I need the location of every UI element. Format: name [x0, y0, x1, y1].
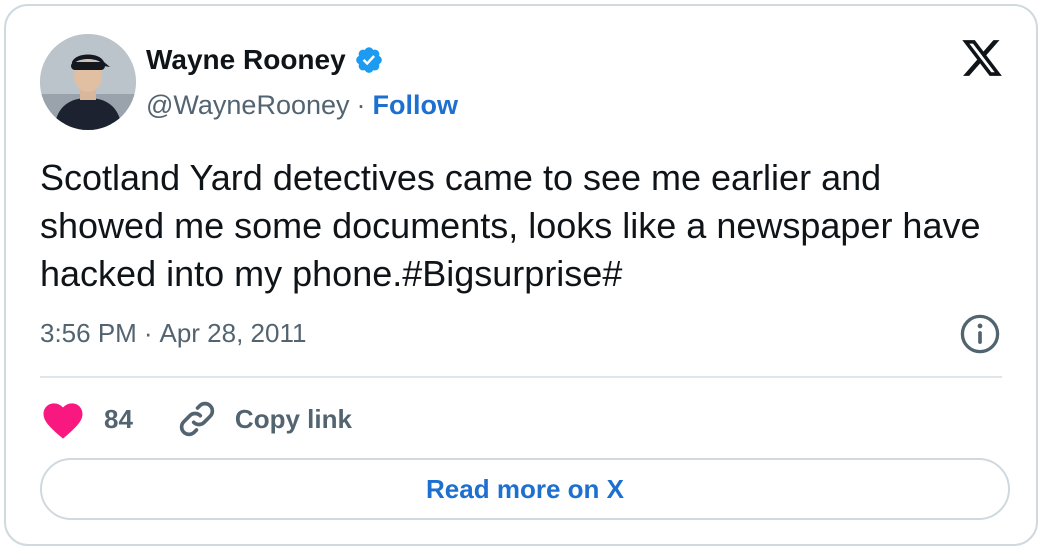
author-display-name[interactable]: Wayne Rooney [146, 44, 346, 76]
follow-button[interactable]: Follow [373, 90, 458, 121]
divider [40, 376, 1002, 378]
tweet-time: 3:56 PM [40, 318, 137, 348]
tweet-embed-card: Wayne Rooney @WayneRooney · Follow Scotl… [4, 4, 1038, 546]
verified-badge-icon [355, 47, 382, 73]
copy-link-button[interactable]: Copy link [175, 397, 352, 441]
info-icon[interactable] [958, 312, 1002, 356]
x-logo-icon[interactable] [960, 36, 1004, 80]
like-button[interactable]: 84 [40, 398, 133, 440]
heart-icon [43, 403, 83, 439]
copy-link-label: Copy link [234, 403, 352, 434]
read-more-label: Read more on X [426, 473, 624, 504]
link-icon [179, 401, 215, 437]
avatar[interactable] [40, 34, 136, 130]
author-name-row: Wayne Rooney [146, 44, 384, 76]
read-more-button[interactable]: Read more on X [40, 458, 1010, 520]
separator-dot: · [143, 318, 153, 348]
tweet-date: Apr 28, 2011 [159, 318, 307, 348]
tweet-timestamp[interactable]: 3:56 PM · Apr 28, 2011 [40, 318, 306, 349]
avatar-image [40, 34, 136, 130]
author-handle[interactable]: @WayneRooney [146, 90, 350, 121]
like-count: 84 [104, 403, 133, 434]
tweet-text: Scotland Yard detectives came to see me … [40, 157, 981, 294]
action-bar: 84 Copy link [40, 392, 352, 446]
separator-dot: · [356, 90, 366, 120]
author-handle-row: @WayneRooney · Follow [146, 90, 458, 121]
